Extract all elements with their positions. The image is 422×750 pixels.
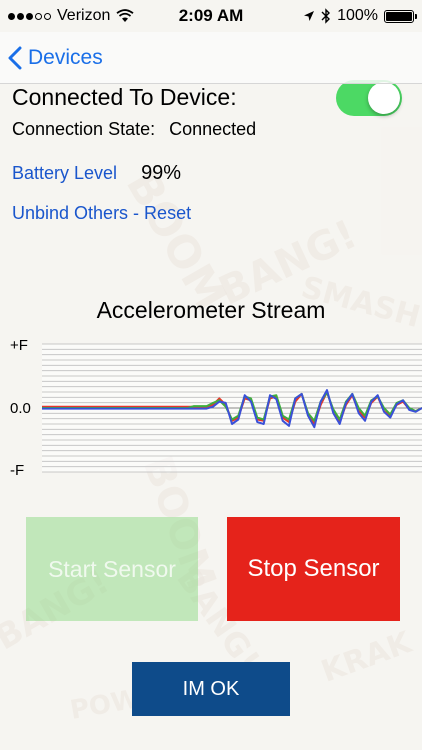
battery-level-row: Battery Level 99% — [12, 162, 181, 185]
connection-state-label: Connection State: — [12, 119, 156, 139]
start-sensor-button[interactable]: Start Sensor — [26, 517, 198, 621]
location-arrow-icon — [304, 11, 315, 21]
toggle-knob — [368, 82, 400, 114]
chevron-left-icon — [8, 46, 22, 69]
connection-state-row: Connection State: Connected — [12, 119, 256, 140]
start-sensor-label: Start Sensor — [48, 555, 176, 582]
im-ok-button[interactable]: IM OK — [132, 662, 290, 716]
status-time: 2:09 AM — [178, 6, 244, 25]
signal-dot — [8, 12, 15, 20]
connection-toggle[interactable] — [336, 80, 402, 116]
connection-state-value: Connected — [169, 119, 257, 139]
signal-dot — [17, 12, 24, 20]
battery-level-value: 99% — [141, 162, 182, 184]
stop-sensor-button[interactable]: Stop Sensor — [227, 517, 400, 621]
y-tick-bottom: -F — [10, 462, 25, 479]
stop-sensor-label: Stop Sensor — [247, 555, 380, 582]
im-ok-label: IM OK — [182, 677, 240, 700]
chart-plot — [42, 343, 422, 473]
signal-dot — [26, 12, 33, 20]
wifi-icon — [116, 9, 134, 22]
navigation-bar: Devices — [0, 32, 422, 84]
accelerometer-chart: +F 0.0 -F — [0, 336, 422, 484]
signal-dot — [35, 12, 42, 20]
signal-strength-icon — [8, 12, 51, 20]
chart-title: Accelerometer Stream — [96, 297, 326, 323]
device-screen: Connected To Device: Connection State: C… — [0, 0, 422, 750]
connected-title: Connected To Device: — [12, 84, 237, 110]
unbind-others-reset-link[interactable]: Unbind Others - Reset — [12, 203, 191, 224]
carrier-label: Verizon — [57, 7, 111, 24]
battery-level-link[interactable]: Battery Level — [12, 163, 117, 184]
status-bar: Verizon 2:09 AM 100% — [0, 0, 422, 32]
bluetooth-icon — [321, 8, 331, 24]
y-tick-mid: 0.0 — [10, 400, 31, 417]
y-tick-top: +F — [10, 337, 28, 354]
back-button[interactable]: Devices — [8, 46, 103, 70]
back-label: Devices — [28, 45, 103, 69]
signal-dot — [44, 12, 51, 20]
battery-icon — [384, 9, 417, 23]
battery-percent: 100% — [337, 7, 378, 24]
